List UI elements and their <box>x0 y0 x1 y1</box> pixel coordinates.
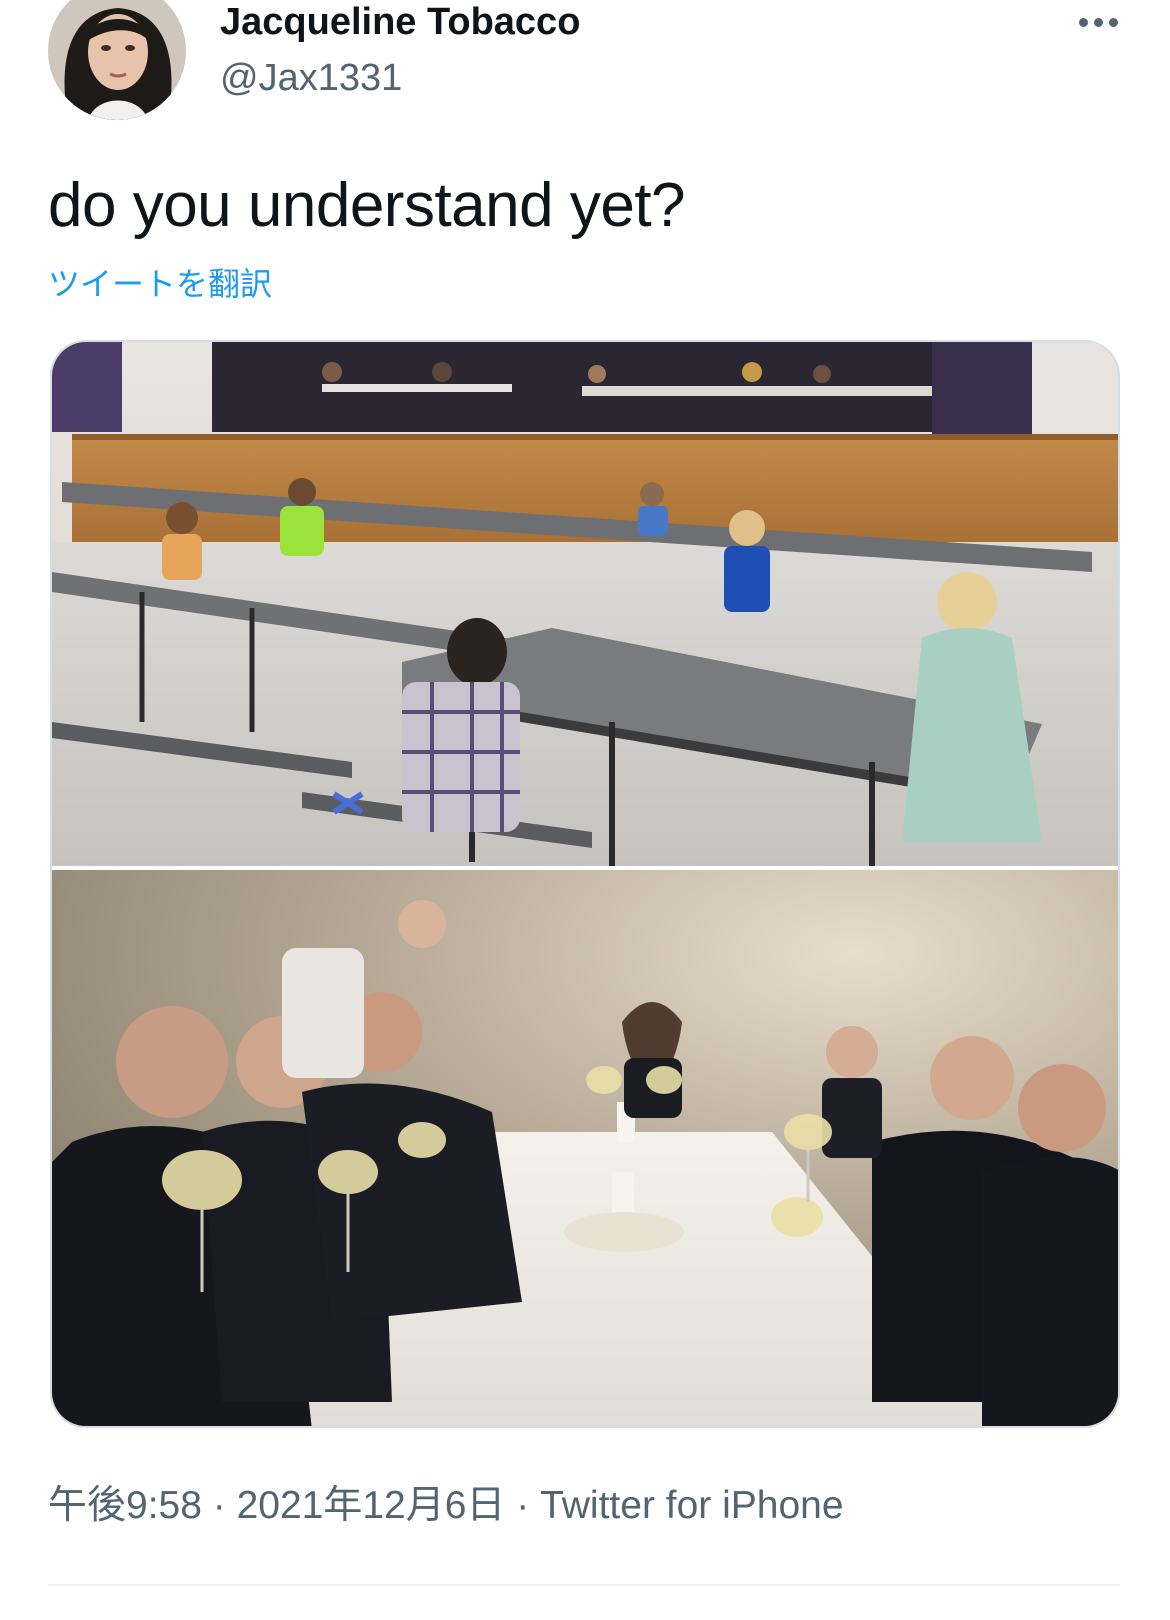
dot <box>1093 17 1103 27</box>
avatar[interactable] <box>48 0 186 120</box>
tweet-meta: 午後9:58 · 2021年12月6日 · Twitter for iPhone <box>48 1482 844 1530</box>
dinner-photo <box>52 870 1118 1426</box>
author-display-name[interactable]: Jacqueline Tobacco <box>220 0 580 44</box>
divider <box>48 1584 1120 1586</box>
tweet-source[interactable]: Twitter for iPhone <box>540 1484 843 1527</box>
tweet-text: do you understand yet? <box>48 171 686 240</box>
cafeteria-photo <box>52 342 1118 866</box>
tweet-media[interactable] <box>50 340 1120 1428</box>
tweet-date[interactable]: 2021年12月6日 <box>237 1484 506 1527</box>
author-handle[interactable]: @Jax1331 <box>220 56 402 100</box>
avatar-image <box>48 0 186 120</box>
tweet-time[interactable]: 午後9:58 <box>48 1484 202 1527</box>
meta-separator: · <box>505 1484 541 1527</box>
dot <box>1108 17 1118 27</box>
more-options-icon[interactable] <box>1068 4 1128 40</box>
tweet-photo-collage <box>52 342 1118 1426</box>
dot <box>1078 17 1088 27</box>
meta-separator: · <box>201 1484 237 1527</box>
translate-tweet-link[interactable]: ツイートを翻訳 <box>48 264 272 304</box>
